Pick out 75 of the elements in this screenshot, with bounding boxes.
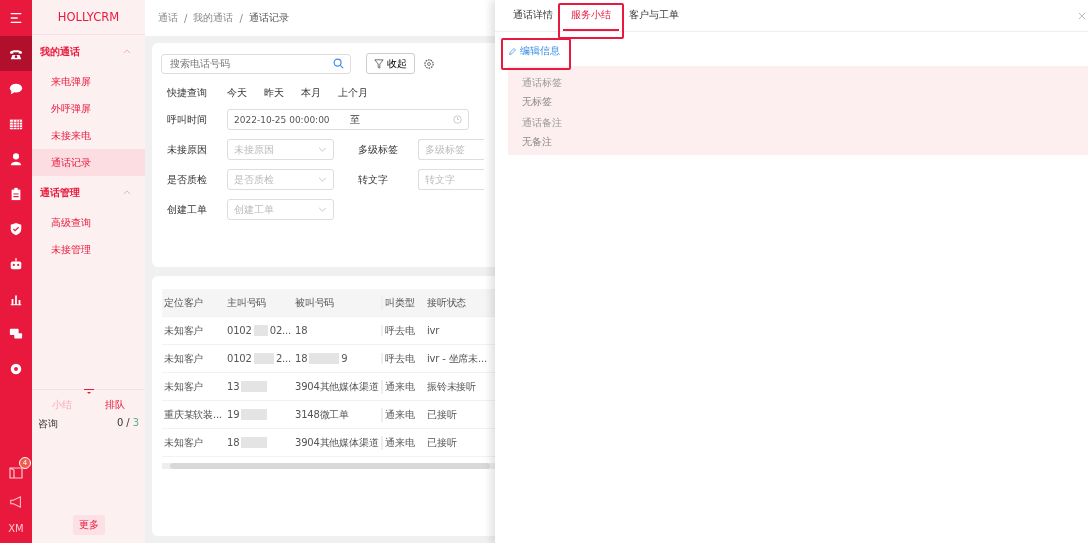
queue-total: 3 (132, 417, 139, 430)
table-cell-text: 重庆某软装... (163, 407, 223, 422)
table-cell: 18 (227, 437, 240, 448)
field-value: 无备注 (522, 135, 553, 149)
table-cell-text: 未知客户 (163, 323, 205, 338)
table-cell: 19 (227, 409, 240, 420)
more-button[interactable]: 更多 (72, 515, 105, 535)
quick-option[interactable]: 今天 (227, 86, 264, 100)
menu-group[interactable]: 我的通话 (32, 35, 145, 68)
column-header: 定位客户 (163, 295, 205, 310)
table-cell: 18 (295, 353, 308, 364)
breadcrumb-separator: / (184, 12, 188, 24)
table-cell: 3904其他媒体渠道 (291, 435, 383, 450)
menu-item[interactable]: 未接管理 (32, 236, 145, 263)
filter-label: 未接原因 (167, 142, 208, 157)
table-cell-text: 未知客户 (163, 379, 205, 394)
quick-option[interactable]: 昨天 (264, 86, 301, 100)
filter-label: 多级标签 (358, 142, 399, 157)
collapse-button[interactable]: 收起 (366, 53, 415, 74)
table-cell: 18 (291, 325, 383, 336)
panel-tab[interactable]: 排队 (104, 398, 125, 412)
queue-name: 咨询 (38, 417, 58, 431)
breadcrumb-item[interactable]: 通话 (158, 11, 178, 25)
breadcrumb-item[interactable]: 我的通话 (193, 11, 234, 25)
breadcrumb-item: 通话记录 (248, 11, 289, 25)
call-time-label: 呼叫时间 (167, 112, 208, 127)
table-cell: 2... (275, 353, 291, 364)
detail-tab[interactable]: 服务小结 (563, 0, 619, 31)
table-cell-text: 通来电 (384, 407, 416, 422)
filter-label: 转文字 (358, 172, 389, 187)
search-field[interactable]: 搜索电话号码 (161, 53, 351, 74)
field-value: 无标签 (522, 95, 553, 109)
menu-item[interactable]: 未接来电 (32, 122, 145, 149)
filter-label: 创建工单 (167, 202, 208, 217)
table-cell-text: 未知客户 (163, 435, 205, 450)
detail-tab[interactable]: 通话详情 (505, 0, 561, 31)
table-cell: 13 (227, 381, 240, 392)
quick-option[interactable]: 本月 (301, 86, 338, 100)
column-header: 主叫号码 (226, 295, 268, 310)
column-header: 接听状态 (426, 295, 468, 310)
detail-tab[interactable]: 客户与工单 (621, 0, 687, 31)
date-range-field[interactable]: 2022-10-25 00:00:00 至 (227, 109, 469, 130)
queue-separator: / (126, 417, 130, 430)
table-cell-text: 已接听 (426, 407, 458, 422)
queue-count: 0 (116, 417, 124, 430)
breadcrumb-separator: / (239, 12, 243, 24)
table-cell: 0102 (227, 353, 252, 364)
column-header: 被叫号码 (291, 295, 383, 310)
menu-item[interactable]: 高级查询 (32, 209, 145, 236)
menu-item[interactable]: 外呼弹屏 (32, 95, 145, 122)
field-label: 通话备注 (522, 116, 563, 130)
table-cell: 9 (341, 353, 348, 364)
table-cell-text: 振铃未接听 (426, 379, 477, 394)
quick-query-label: 快捷查询 (167, 86, 208, 100)
table-cell: 3148微工单 (291, 407, 383, 422)
table-cell-text: ivr (426, 325, 441, 336)
table-cell: 3904其他媒体渠道 (291, 379, 383, 394)
quick-option[interactable]: 上个月 (338, 86, 375, 100)
edit-info-link[interactable]: 编辑信息 (508, 44, 560, 58)
filter-label: 是否质检 (167, 172, 208, 187)
user-initials[interactable]: XM (8, 523, 24, 534)
column-header: 叫类型 (384, 295, 416, 310)
table-cell-text: 通来电 (384, 379, 416, 394)
field-label: 通话标签 (522, 76, 563, 90)
table-cell-text: 呼去电 (384, 323, 416, 338)
menu-group[interactable]: 通话管理 (32, 176, 145, 209)
menu-item[interactable]: 通话记录 (32, 149, 145, 176)
table-cell-text: 呼去电 (384, 351, 416, 366)
table-cell-text: 已接听 (426, 435, 458, 450)
table-cell: 02... (269, 325, 291, 336)
table-cell-text: ivr - 坐席未... (426, 351, 488, 366)
table-cell: 0102 (227, 325, 252, 336)
table-cell-text: 未知客户 (163, 351, 205, 366)
menu-item[interactable]: 来电弹屏 (32, 68, 145, 95)
table-cell-text: 通来电 (384, 435, 416, 450)
